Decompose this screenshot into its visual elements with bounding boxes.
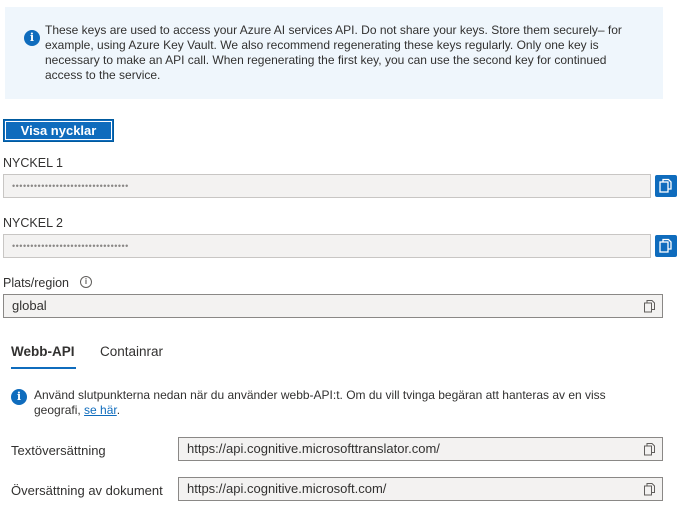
copy-icon[interactable] xyxy=(644,443,656,456)
copy-icon[interactable] xyxy=(644,300,656,313)
see-here-link[interactable]: se här xyxy=(84,403,117,417)
copy-icon xyxy=(659,238,672,253)
endpoint-field-document-translation[interactable]: https://api.cognitive.microsoft.com/ xyxy=(178,477,663,501)
key1-field[interactable]: •••••••••••••••••••••••••••••••• xyxy=(3,174,651,198)
tab-webb-api[interactable]: Webb-API xyxy=(11,344,75,359)
info-banner-text: These keys are used to access your Azure… xyxy=(45,23,622,82)
region-value: global xyxy=(12,298,47,313)
api-info-suffix: . xyxy=(116,403,121,417)
key1-label: NYCKEL 1 xyxy=(3,156,63,170)
endpoint-value: https://api.cognitive.microsofttranslato… xyxy=(187,441,440,456)
endpoint-field-text-translation[interactable]: https://api.cognitive.microsofttranslato… xyxy=(178,437,663,461)
info-icon: i xyxy=(24,30,40,46)
key2-label: NYCKEL 2 xyxy=(3,216,63,230)
region-label: Plats/region xyxy=(3,276,70,290)
copy-icon xyxy=(659,178,672,193)
help-icon[interactable]: i xyxy=(80,276,92,288)
api-info-message: i Använd slutpunkterna nedan när du anvä… xyxy=(11,388,631,418)
info-icon: i xyxy=(11,389,27,405)
key2-field[interactable]: •••••••••••••••••••••••••••••••• xyxy=(3,234,651,258)
copy-icon[interactable] xyxy=(644,483,656,496)
endpoint-value: https://api.cognitive.microsoft.com/ xyxy=(187,481,387,496)
show-keys-button[interactable]: Visa nycklar xyxy=(3,119,114,142)
endpoint-label-text-translation: Textöversättning xyxy=(11,443,106,458)
tab-containrar[interactable]: Containrar xyxy=(100,344,163,359)
region-field[interactable]: global xyxy=(3,294,663,318)
key1-copy-button[interactable] xyxy=(655,175,677,197)
info-banner: i These keys are used to access your Azu… xyxy=(5,7,663,99)
active-tab-indicator xyxy=(11,367,76,369)
key2-copy-button[interactable] xyxy=(655,235,677,257)
endpoint-label-document-translation: Översättning av dokument xyxy=(11,483,163,498)
